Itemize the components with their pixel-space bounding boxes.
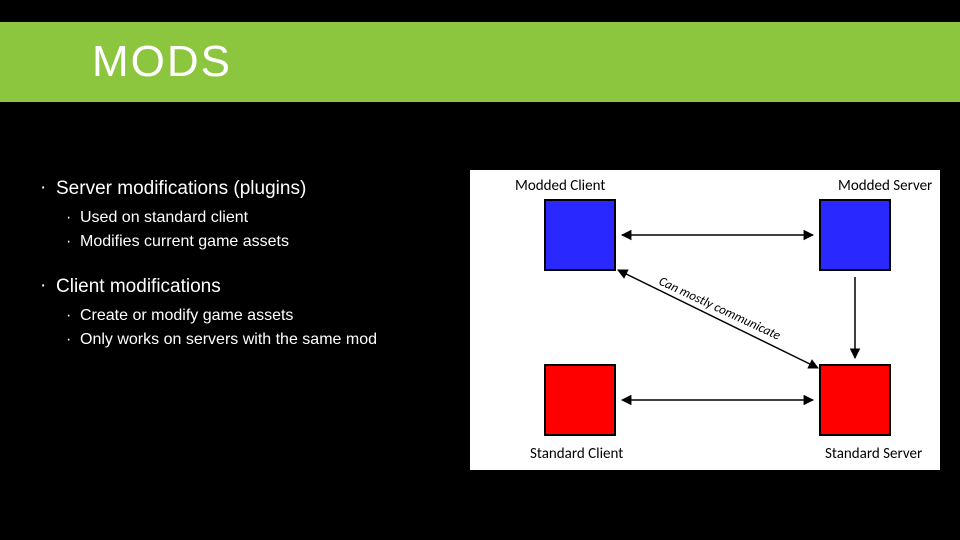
bullet-client-sub1: Create or modify game assets: [40, 304, 470, 328]
standard-server-box: [820, 365, 890, 435]
bullet-client-sub2: Only works on servers with the same mod: [40, 328, 470, 352]
bullet-server-sub2: Modifies current game assets: [40, 230, 470, 254]
arrow-diagonal: [618, 270, 818, 368]
standard-server-label: Standard Server: [825, 445, 922, 463]
bullet-server-sub1: Used on standard client: [40, 206, 470, 230]
modded-client-box: [545, 200, 615, 270]
modded-client-label: Modded Client: [515, 177, 605, 195]
slide-title: MODS: [92, 37, 232, 87]
bullet-client-mods: Client modifications: [40, 276, 470, 298]
bullet-server-mods: Server modifications (plugins): [40, 178, 470, 200]
title-band: MODS: [0, 22, 960, 102]
standard-client-box: [545, 365, 615, 435]
mods-diagram: Modded Client Modded Server Standard Cli…: [470, 170, 940, 470]
diagonal-label: Can mostly communicate: [656, 274, 782, 344]
modded-server-label: Modded Server: [838, 177, 932, 195]
bullet-content: Server modifications (plugins) Used on s…: [40, 178, 470, 374]
modded-server-box: [820, 200, 890, 270]
standard-client-label: Standard Client: [530, 445, 623, 463]
